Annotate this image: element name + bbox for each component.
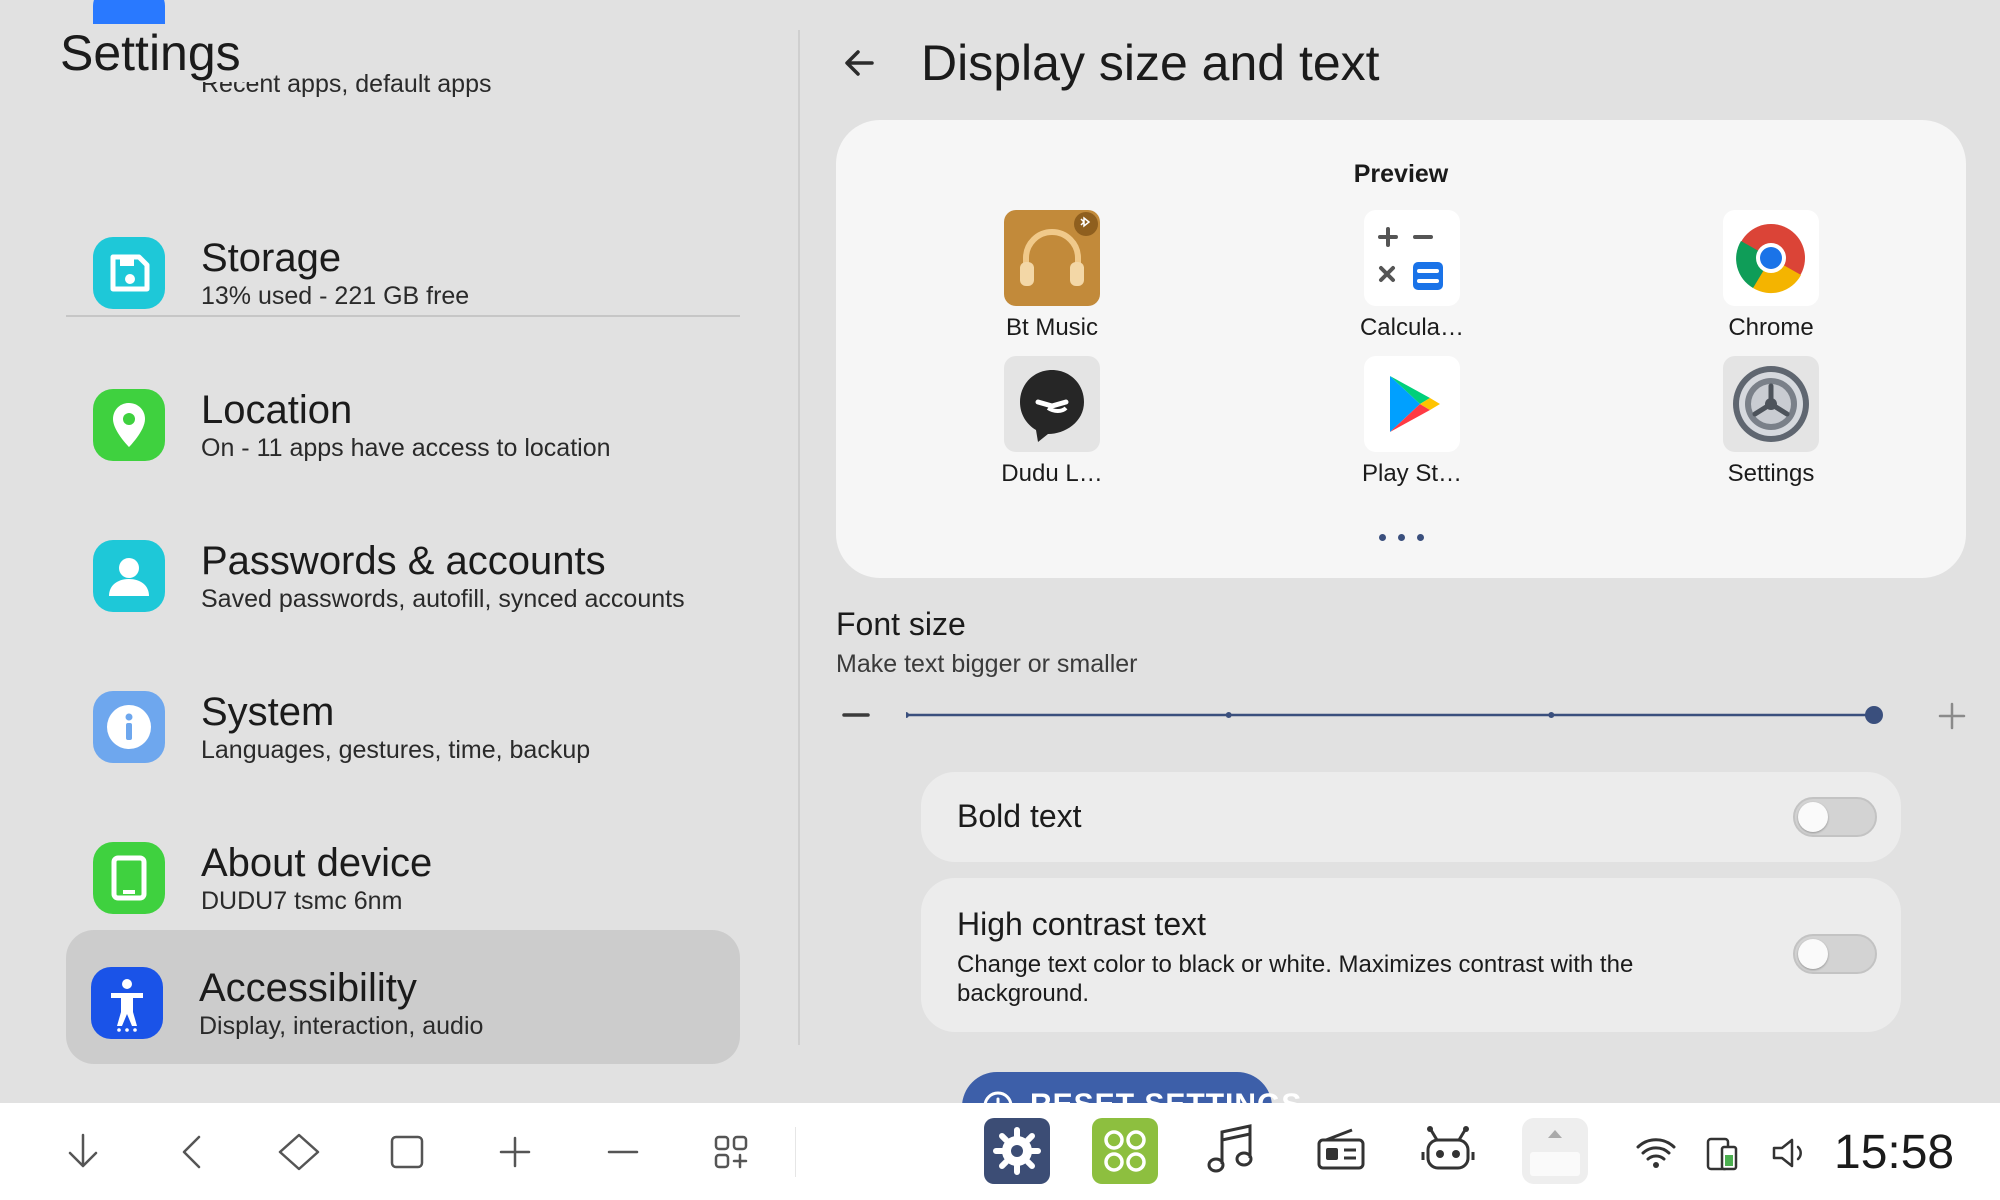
preview-app-settings: Settings — [1681, 356, 1861, 488]
arrow-down-icon[interactable] — [58, 1127, 108, 1177]
slider-tick — [1225, 712, 1232, 718]
settings-gear-icon — [1723, 356, 1819, 452]
device-icon — [93, 842, 165, 914]
reset-history-icon — [983, 1091, 1013, 1103]
launcher-app-icon[interactable] — [1092, 1118, 1158, 1184]
back-arrow-icon[interactable] — [834, 38, 884, 88]
app-label: Settings — [1727, 460, 1815, 487]
list-item-accessibility-subtitle: Display, interaction, audio — [199, 1012, 484, 1040]
bold-text-switch[interactable] — [1793, 797, 1877, 837]
settings-list-pane: Settings Recent apps, default apps Stora… — [0, 0, 800, 1103]
preview-app-bt-music: Bt Music — [962, 210, 1142, 342]
accessibility-icon — [91, 967, 163, 1039]
recents-square-icon[interactable] — [382, 1127, 432, 1177]
switch-knob — [1798, 939, 1828, 969]
back-chevron-icon[interactable] — [168, 1127, 218, 1177]
app-label: Chrome — [1728, 314, 1814, 341]
preview-page-indicator — [836, 528, 1966, 546]
list-item-location-title: Location — [201, 388, 353, 432]
dudu-launcher-icon — [1004, 356, 1100, 452]
page-dot — [1416, 534, 1424, 541]
chrome-icon — [1723, 210, 1819, 306]
detail-pane: Display size and text Preview Bt Music C… — [800, 0, 2000, 1103]
list-item-storage-title: Storage — [201, 236, 342, 280]
high-contrast-row[interactable]: High contrast text Change text color to … — [921, 878, 1901, 1032]
slider-tick — [903, 712, 909, 718]
wifi-icon — [1634, 1133, 1678, 1173]
bar-separator — [795, 1127, 796, 1177]
list-item-accessibility[interactable]: Accessibility Display, interaction, audi… — [66, 930, 740, 1064]
volume-minus-icon[interactable] — [598, 1127, 648, 1177]
page-dot — [1378, 534, 1386, 541]
headphones-icon — [1004, 210, 1100, 306]
list-item-about-device[interactable]: About device DUDU7 tsmc 6nm — [66, 805, 740, 939]
list-item-about-title: About device — [201, 841, 433, 885]
high-contrast-title: High contrast text — [957, 906, 1206, 942]
list-item-system-subtitle: Languages, gestures, time, backup — [201, 736, 591, 764]
preview-label: Preview — [1353, 160, 1449, 188]
bottom-bar: 15:58 — [0, 1103, 2000, 1200]
app-label: Play St… — [1361, 460, 1463, 487]
location-pin-icon — [93, 389, 165, 461]
preview-card: Preview Bt Music Calcula… Chrome Dudu L… — [836, 120, 1966, 578]
app-label: Calcula… — [1359, 314, 1465, 341]
list-item-passwords-accounts[interactable]: Passwords & accounts Saved passwords, au… — [66, 503, 740, 637]
expand-tray-icon[interactable] — [1522, 1118, 1588, 1184]
app-label: Dudu L… — [1001, 460, 1103, 487]
list-item-location-subtitle: On - 11 apps have access to location — [201, 434, 611, 462]
settings-title: Settings — [60, 24, 261, 82]
font-size-increase-icon[interactable] — [1932, 696, 1972, 736]
list-item-passwords-title: Passwords & accounts — [201, 539, 606, 583]
high-contrast-subtitle: Change text color to black or white. Max… — [957, 951, 1634, 1007]
font-size-slider[interactable] — [903, 700, 1906, 730]
info-icon — [93, 691, 165, 763]
preview-app-play-store: Play St… — [1322, 356, 1502, 488]
speaker-icon — [1768, 1133, 1812, 1173]
bold-text-row[interactable]: Bold text — [921, 772, 1901, 862]
radio-icon[interactable] — [1308, 1118, 1374, 1184]
font-size-decrease-icon[interactable] — [840, 700, 880, 730]
app-label: Bt Music — [1005, 314, 1098, 341]
robot-icon[interactable] — [1415, 1118, 1481, 1184]
switch-knob — [1798, 802, 1828, 832]
preview-app-calculator: Calcula… — [1322, 210, 1502, 342]
list-item-system[interactable]: System Languages, gestures, time, backup — [66, 654, 740, 788]
font-size-title: Font size — [836, 606, 966, 642]
list-item-location[interactable]: Location On - 11 apps have access to loc… — [66, 352, 740, 486]
list-item-storage-subtitle: 13% used - 221 GB free — [201, 282, 470, 310]
account-icon — [93, 540, 165, 612]
reset-settings-label: RESET SETTINGS — [1030, 1088, 1302, 1103]
list-item-storage[interactable]: Storage 13% used - 221 GB free — [66, 200, 740, 334]
list-item-accessibility-title: Accessibility — [199, 966, 417, 1010]
list-item-system-title: System — [201, 690, 335, 734]
list-item-passwords-subtitle: Saved passwords, autofill, synced accoun… — [201, 585, 685, 613]
play-store-icon — [1364, 356, 1460, 452]
preview-app-dudu-launcher: Dudu L… — [962, 356, 1142, 488]
home-diamond-icon[interactable] — [274, 1127, 324, 1177]
page-dot — [1397, 534, 1405, 541]
bold-text-title: Bold text — [957, 798, 1082, 834]
slider-tick — [1548, 712, 1555, 718]
font-size-subtitle: Make text bigger or smaller — [836, 650, 1138, 678]
settings-app-icon[interactable] — [984, 1118, 1050, 1184]
music-note-icon[interactable] — [1198, 1118, 1264, 1184]
slider-thumb[interactable] — [1865, 706, 1883, 724]
page-title: Display size and text — [921, 35, 1380, 91]
list-divider — [66, 315, 740, 317]
high-contrast-switch[interactable] — [1793, 934, 1877, 974]
list-item-about-subtitle: DUDU7 tsmc 6nm — [201, 887, 403, 915]
volume-plus-icon[interactable] — [490, 1127, 540, 1177]
preview-app-chrome: Chrome — [1681, 210, 1861, 342]
calculator-icon — [1364, 210, 1460, 306]
app-grid-icon[interactable] — [706, 1127, 756, 1177]
storage-icon — [93, 237, 165, 309]
status-clock: 15:58 — [1834, 1126, 1955, 1179]
battery-phone-icon — [1704, 1133, 1748, 1173]
reset-settings-button[interactable]: RESET SETTINGS — [962, 1072, 1301, 1103]
